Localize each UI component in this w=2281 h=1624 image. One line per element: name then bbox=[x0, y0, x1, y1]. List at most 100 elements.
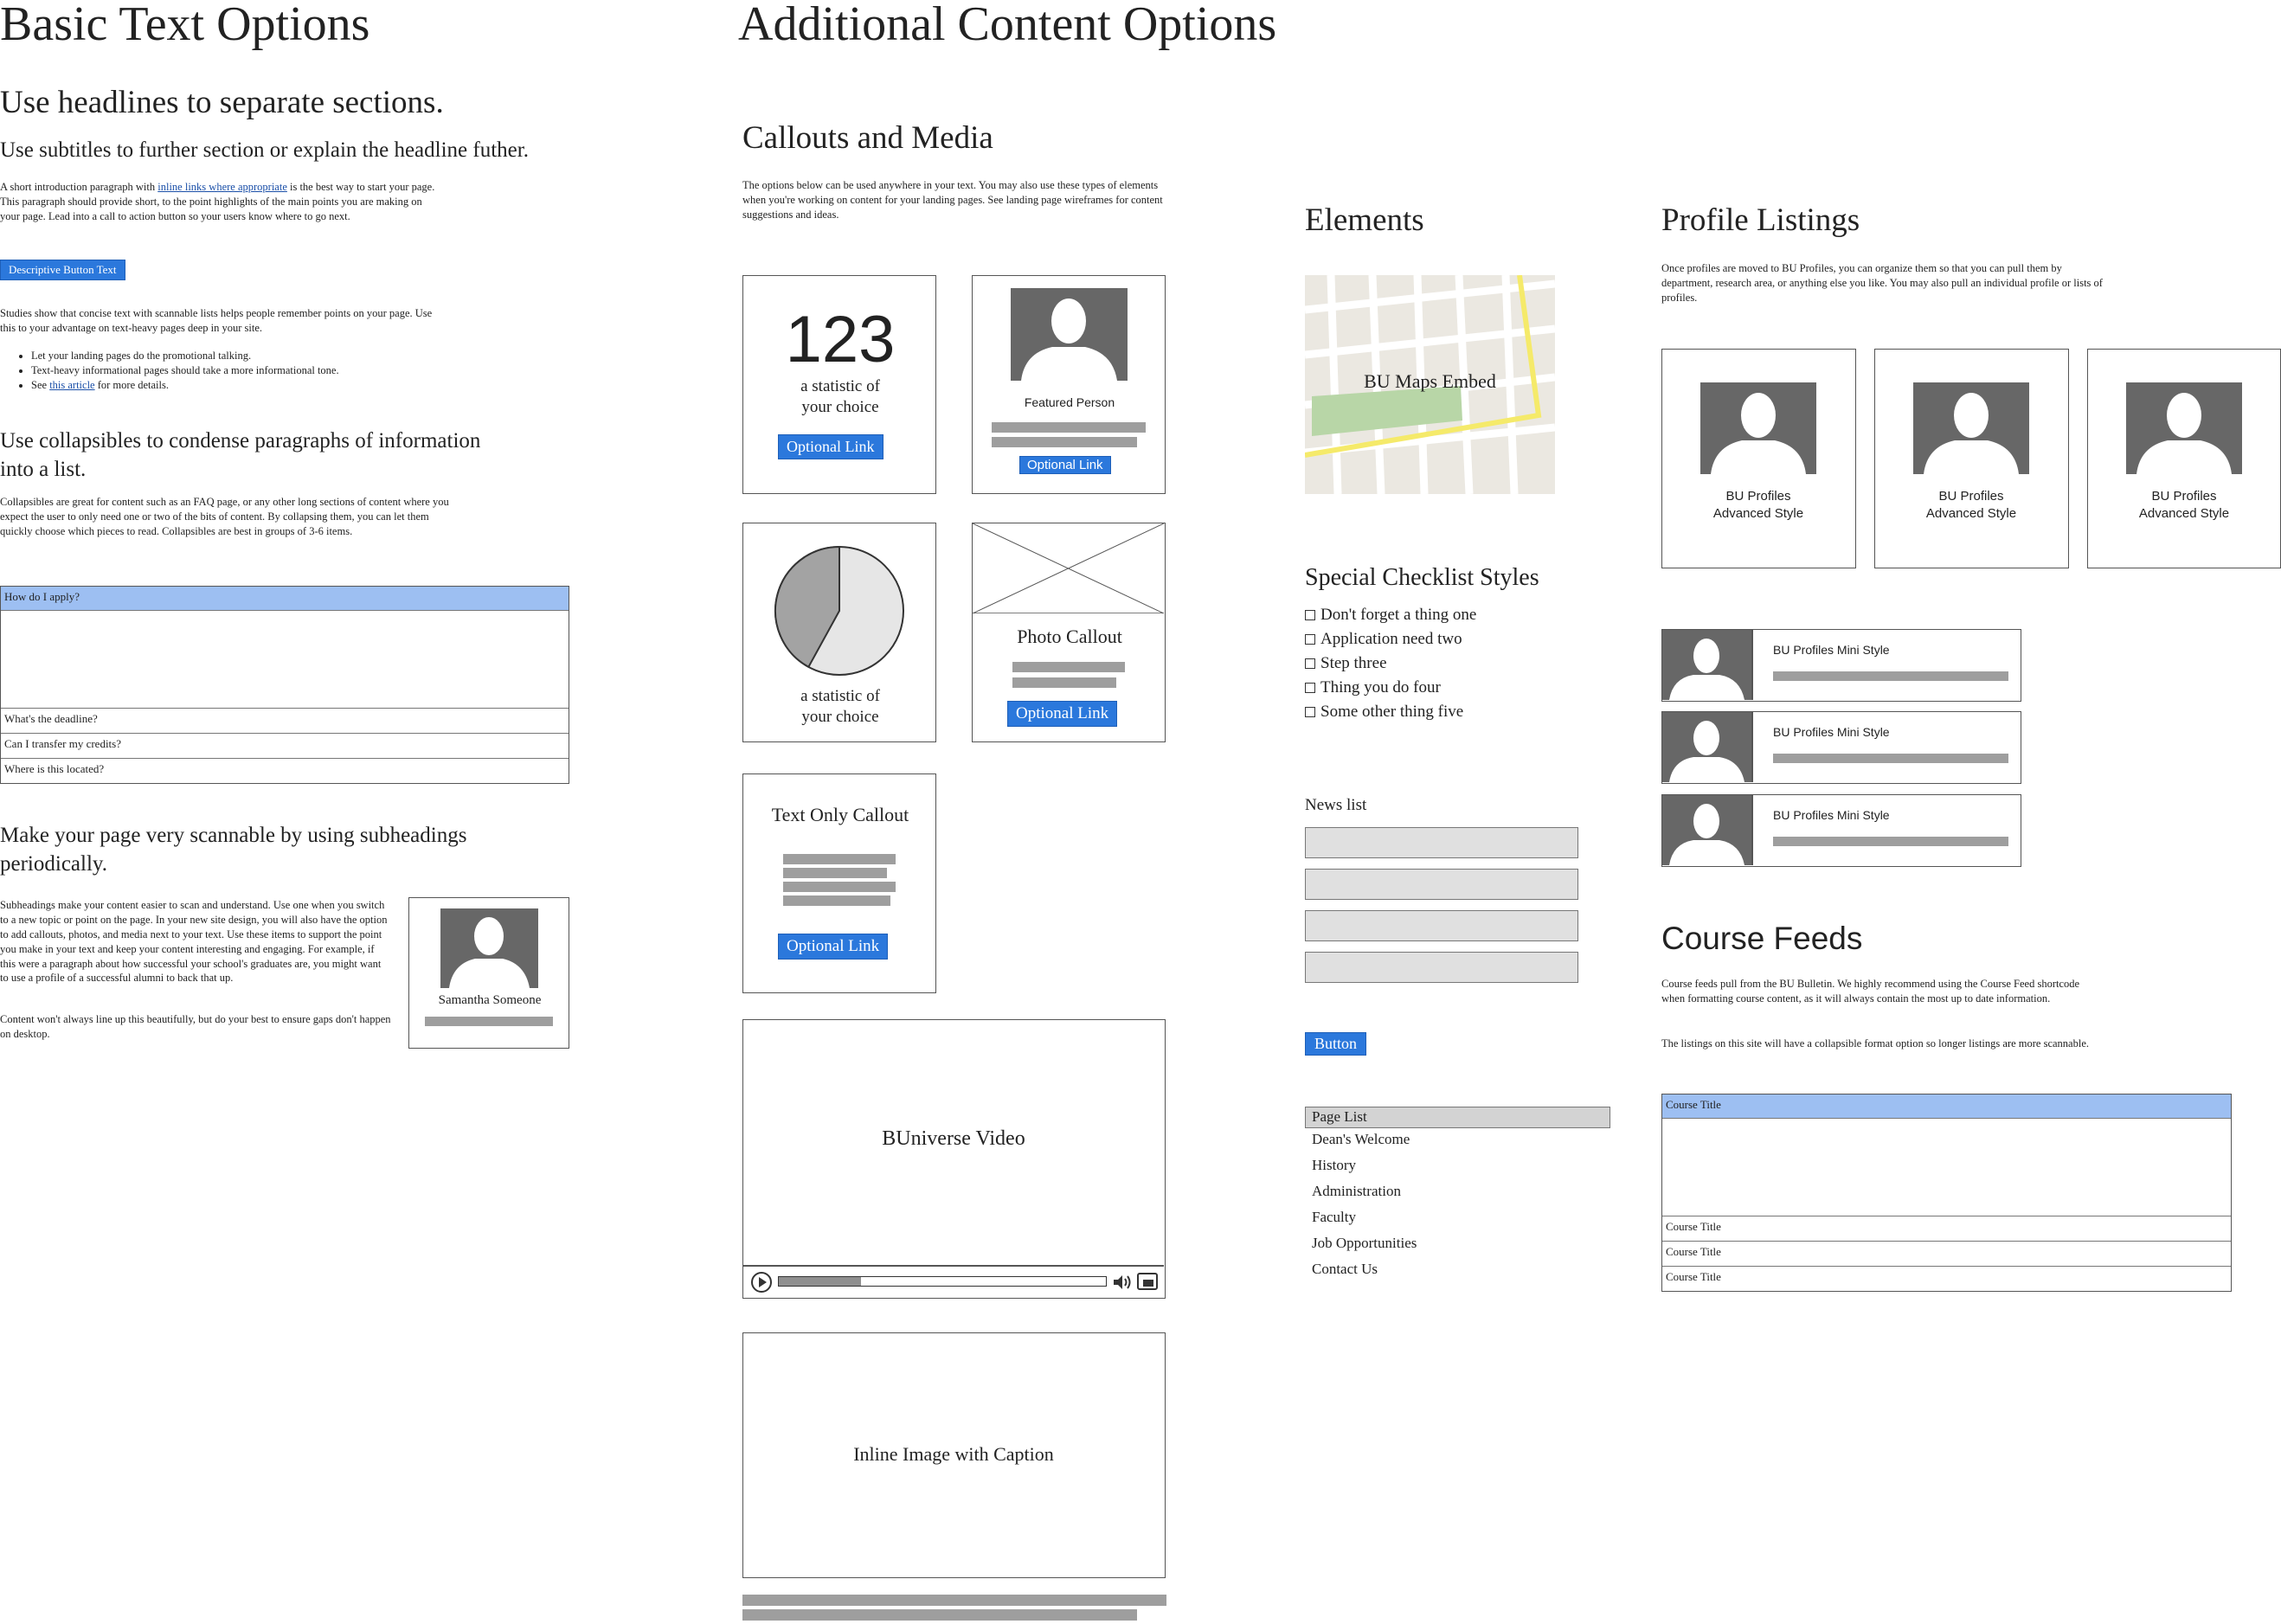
progress-track[interactable] bbox=[778, 1276, 1107, 1287]
list-item: Text-heavy informational pages should ta… bbox=[31, 363, 450, 378]
profile-mini-card[interactable]: BU Profiles Mini Style bbox=[1661, 711, 2021, 784]
page-list-item[interactable]: History bbox=[1305, 1152, 1610, 1178]
map-embed[interactable]: BU Maps Embed bbox=[1305, 275, 1555, 494]
fullscreen-icon[interactable] bbox=[1136, 1271, 1159, 1292]
bullet-list: Let your landing pages do the promotiona… bbox=[0, 349, 450, 393]
page-list-item[interactable]: Faculty bbox=[1305, 1204, 1610, 1230]
optional-link-button[interactable]: Optional Link bbox=[778, 934, 889, 960]
person-silhouette-icon bbox=[1669, 639, 1744, 700]
profile-name: Samantha Someone bbox=[438, 993, 542, 1007]
optional-link-button[interactable]: Optional Link bbox=[778, 434, 883, 459]
stat-caption: a statistic of your choice bbox=[800, 377, 880, 416]
accordion-open-header[interactable]: How do I apply? bbox=[1, 587, 569, 611]
page-title-additional: Additional Content Options bbox=[738, 0, 1277, 51]
profile-card: Samantha Someone bbox=[408, 897, 569, 1049]
placeholder-bar bbox=[1012, 662, 1125, 672]
video-player[interactable]: BUniverse Video bbox=[742, 1019, 1166, 1299]
avatar bbox=[1913, 382, 2029, 474]
profile-mini-card[interactable]: BU Profiles Mini Style bbox=[1661, 794, 2021, 867]
checklist: Don't forget a thing one Application nee… bbox=[1305, 603, 1565, 724]
page-title-basic-text: Basic Text Options bbox=[0, 0, 370, 51]
play-icon[interactable] bbox=[750, 1271, 773, 1293]
headline-sections: Use headlines to separate sections. bbox=[0, 85, 444, 120]
descriptive-button[interactable]: Descriptive Button Text bbox=[0, 260, 125, 280]
placeholder-bar bbox=[1773, 837, 2008, 846]
profile-mini-label: BU Profiles Mini Style bbox=[1773, 725, 1890, 739]
accordion-item[interactable]: Can I transfer my credits? bbox=[1, 733, 569, 758]
photo-callout-title: Photo Callout bbox=[1017, 626, 1122, 647]
profile-advanced-card[interactable]: BU Profiles Advanced Style bbox=[1661, 349, 1856, 568]
profile-mini-card[interactable]: BU Profiles Mini Style bbox=[1661, 629, 2021, 702]
checklist-heading: Special Checklist Styles bbox=[1305, 564, 1539, 591]
divider bbox=[1751, 712, 1753, 782]
checkbox[interactable] bbox=[1305, 683, 1315, 693]
profile-advanced-label: BU Profiles Advanced Style bbox=[1925, 489, 2017, 521]
headline-collapsibles: Use collapsibles to condense paragraphs … bbox=[0, 429, 481, 481]
course-item[interactable]: Course Title bbox=[1662, 1241, 2231, 1266]
caption-bar bbox=[742, 1595, 1166, 1606]
checkbox[interactable] bbox=[1305, 658, 1315, 669]
volume-icon[interactable] bbox=[1112, 1273, 1133, 1292]
page-list-item[interactable]: Contact Us bbox=[1305, 1256, 1610, 1282]
checklist-item[interactable]: Don't forget a thing one bbox=[1305, 603, 1565, 627]
course-item[interactable]: Course Title bbox=[1662, 1266, 2231, 1291]
person-silhouette-icon bbox=[2136, 393, 2232, 474]
checkbox[interactable] bbox=[1305, 634, 1315, 645]
course-accordion: Course Title Course Title Course Title C… bbox=[1661, 1094, 2232, 1292]
divider bbox=[1751, 795, 1753, 865]
callouts-heading: Callouts and Media bbox=[742, 120, 993, 156]
profile-advanced-label: BU Profiles Advanced Style bbox=[1712, 489, 1804, 521]
checkbox[interactable] bbox=[1305, 707, 1315, 717]
divider bbox=[743, 1265, 1164, 1267]
checklist-item[interactable]: Application need two bbox=[1305, 627, 1565, 652]
stat-callout: 123 a statistic of your choice Optional … bbox=[742, 275, 936, 494]
person-silhouette-icon bbox=[1924, 393, 2019, 474]
optional-link-button[interactable]: Optional Link bbox=[1019, 456, 1111, 474]
avatar bbox=[1700, 382, 1816, 474]
optional-link-button[interactable]: Optional Link bbox=[1007, 701, 1118, 727]
news-list-heading: News list bbox=[1305, 796, 1367, 814]
course-open-panel bbox=[1662, 1119, 2231, 1216]
page-list-item[interactable]: Administration bbox=[1305, 1178, 1610, 1204]
checklist-label: Some other thing five bbox=[1320, 703, 1464, 721]
course-item[interactable]: Course Title bbox=[1662, 1216, 2231, 1241]
news-item[interactable] bbox=[1305, 869, 1578, 900]
profile-advanced-card[interactable]: BU Profiles Advanced Style bbox=[2087, 349, 2281, 568]
profile-listings-paragraph: Once profiles are moved to BU Profiles, … bbox=[1661, 262, 2103, 304]
avatar bbox=[1011, 288, 1128, 381]
placeholder-bar bbox=[783, 868, 887, 878]
profile-mini-label: BU Profiles Mini Style bbox=[1773, 643, 1890, 657]
avatar bbox=[2126, 382, 2242, 474]
news-item[interactable] bbox=[1305, 952, 1578, 983]
page-list-item[interactable]: Job Opportunities bbox=[1305, 1230, 1610, 1256]
accordion-item[interactable]: Where is this located? bbox=[1, 758, 569, 783]
checklist-item[interactable]: Thing you do four bbox=[1305, 676, 1565, 700]
article-link[interactable]: this article bbox=[49, 379, 94, 391]
accordion-item[interactable]: What's the deadline? bbox=[1, 708, 569, 733]
page-list-item[interactable]: Dean's Welcome bbox=[1305, 1127, 1610, 1152]
intro-paragraph: A short introduction paragraph with inli… bbox=[0, 180, 443, 224]
profile-advanced-card[interactable]: BU Profiles Advanced Style bbox=[1874, 349, 2069, 568]
element-button[interactable]: Button bbox=[1305, 1032, 1367, 1056]
avatar bbox=[1662, 712, 1751, 782]
checklist-item[interactable]: Step three bbox=[1305, 652, 1565, 676]
map-label: BU Maps Embed bbox=[1364, 370, 1496, 392]
placeholder-bar bbox=[1773, 754, 2008, 763]
news-item[interactable] bbox=[1305, 827, 1578, 858]
course-open-header[interactable]: Course Title bbox=[1662, 1094, 2231, 1119]
intro-text-prefix: A short introduction paragraph with bbox=[0, 181, 158, 193]
elements-heading: Elements bbox=[1305, 202, 1424, 238]
checklist-item[interactable]: Some other thing five bbox=[1305, 700, 1565, 724]
inline-link[interactable]: inline links where appropriate bbox=[157, 181, 287, 193]
course-feeds-paragraph: Course feeds pull from the BU Bulletin. … bbox=[1661, 978, 2080, 1005]
avatar bbox=[1662, 795, 1751, 865]
person-silhouette-icon bbox=[1711, 393, 1806, 474]
placeholder-bar bbox=[992, 437, 1137, 447]
course-feeds-heading: Course Feeds bbox=[1661, 921, 1863, 956]
news-item[interactable] bbox=[1305, 910, 1578, 941]
featured-person-label: Featured Person bbox=[1024, 395, 1115, 409]
placeholder-bar bbox=[783, 895, 890, 906]
checkbox[interactable] bbox=[1305, 610, 1315, 620]
avatar bbox=[1662, 630, 1751, 700]
checklist-label: Thing you do four bbox=[1320, 678, 1441, 696]
